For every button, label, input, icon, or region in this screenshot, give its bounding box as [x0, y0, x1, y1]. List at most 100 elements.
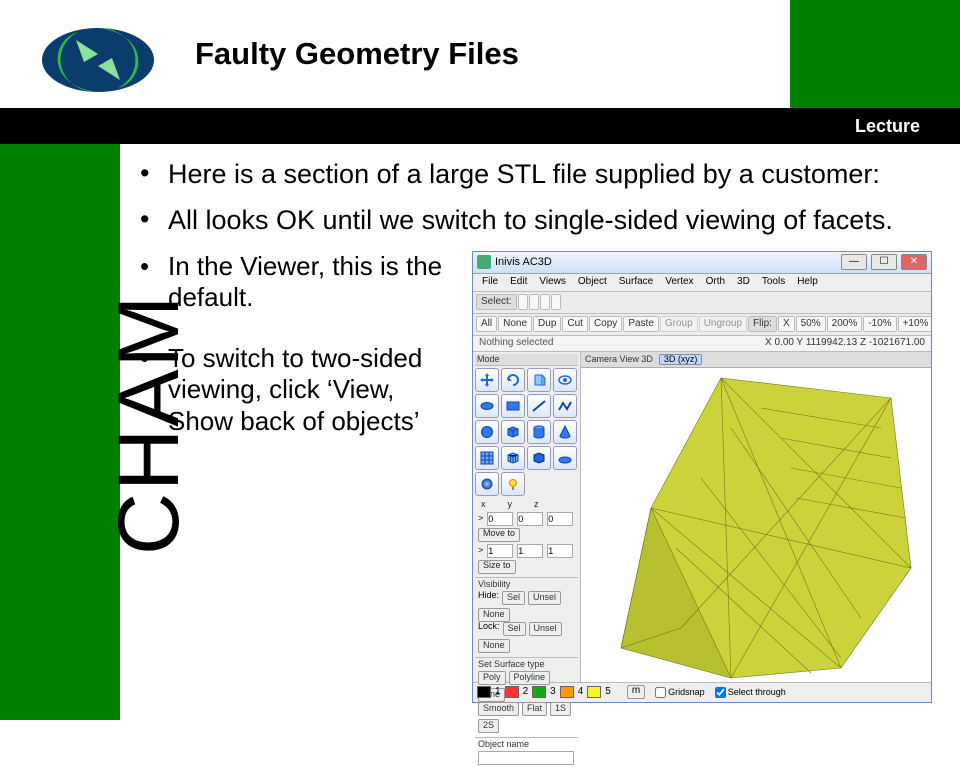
select-through-checkbox[interactable]	[715, 687, 726, 698]
solid-cube-icon[interactable]	[527, 446, 551, 470]
btn-paste[interactable]: Paste	[623, 316, 659, 332]
surf-flat[interactable]: Flat	[522, 702, 547, 716]
menu-object[interactable]: Object	[573, 276, 612, 288]
cone-icon[interactable]	[553, 420, 577, 444]
move-z-input[interactable]	[547, 512, 573, 526]
select-through-toggle[interactable]: Select through	[715, 687, 786, 698]
btn-cut[interactable]: Cut	[562, 316, 588, 332]
solid-sphere-icon[interactable]	[475, 472, 499, 496]
surf-smooth[interactable]: Smooth	[478, 702, 519, 716]
bullet-text: In the Viewer, this is the default.	[168, 251, 460, 313]
surf-polyline[interactable]: Polyline	[509, 671, 551, 685]
extrude-icon[interactable]	[527, 368, 551, 392]
btn-all[interactable]: All	[476, 316, 497, 332]
swatch-5[interactable]	[587, 686, 601, 698]
mesh-icon[interactable]	[475, 446, 499, 470]
menu-views[interactable]: Views	[534, 276, 571, 288]
viewport-tab[interactable]: 3D (xyz)	[659, 354, 703, 365]
btn-p10[interactable]: +10%	[898, 316, 931, 332]
move-y-input[interactable]	[517, 512, 543, 526]
size-x-input[interactable]	[487, 544, 513, 558]
swatch-1[interactable]	[477, 686, 491, 698]
app-window: Inivis AC3D — ☐ ✕ File Edit Views Object…	[472, 251, 932, 703]
cylinder-icon[interactable]	[527, 420, 551, 444]
row-prefix: >	[478, 514, 483, 523]
minimize-button[interactable]: —	[841, 254, 867, 270]
menu-file[interactable]: File	[477, 276, 503, 288]
size-y-input[interactable]	[517, 544, 543, 558]
hide-unsel[interactable]: Unsel	[528, 591, 561, 605]
rect-icon[interactable]	[501, 394, 525, 418]
sphere-icon[interactable]	[475, 420, 499, 444]
menu-vertex[interactable]: Vertex	[660, 276, 698, 288]
eye-icon[interactable]	[553, 368, 577, 392]
surf-poly[interactable]: Poly	[478, 671, 506, 685]
units-m[interactable]: m	[627, 685, 645, 699]
grid-cube-icon[interactable]	[501, 446, 525, 470]
btn-copy[interactable]: Copy	[589, 316, 622, 332]
viewport-canvas[interactable]	[581, 368, 931, 682]
tool-panel: Mode	[473, 352, 581, 682]
objname-input[interactable]	[478, 751, 574, 765]
cursor-coordinates: X 0.00 Y 1119942.13 Z -1021671.00	[765, 338, 925, 348]
lock-none[interactable]: None	[478, 639, 510, 653]
size-z-input[interactable]	[547, 544, 573, 558]
ellipse-icon[interactable]	[475, 394, 499, 418]
viewport-3d[interactable]: Camera View 3D 3D (xyz)	[581, 352, 931, 682]
visibility-header: Visibility	[478, 580, 575, 589]
lock-sel[interactable]: Sel	[503, 622, 526, 636]
maximize-button[interactable]: ☐	[871, 254, 897, 270]
select-label: Select:	[476, 294, 517, 310]
coord-panel: x y z > Move to	[475, 498, 578, 575]
flip-label: Flip:	[748, 316, 777, 332]
btn-flip-x[interactable]: X	[778, 316, 795, 332]
swatch-4[interactable]	[560, 686, 574, 698]
accent-panel-top-right	[790, 0, 960, 108]
swatch-num: 1	[495, 687, 501, 697]
menu-surface[interactable]: Surface	[614, 276, 658, 288]
move-x-input[interactable]	[487, 512, 513, 526]
menu-orth[interactable]: Orth	[701, 276, 730, 288]
surf-1s[interactable]: 1S	[550, 702, 571, 716]
bullet-text: To switch to two-sided viewing, click ‘V…	[168, 343, 460, 437]
surface-header: Set Surface type	[478, 660, 575, 669]
menu-tools[interactable]: Tools	[757, 276, 790, 288]
polyline-icon[interactable]	[553, 394, 577, 418]
line-icon[interactable]	[527, 394, 551, 418]
rotate-icon[interactable]	[501, 368, 525, 392]
hide-sel[interactable]: Sel	[502, 591, 525, 605]
mode-label: Mode	[475, 354, 578, 366]
move-to-button[interactable]: Move to	[478, 528, 520, 542]
btn-50[interactable]: 50%	[796, 316, 826, 332]
close-button[interactable]: ✕	[901, 254, 927, 270]
hide-none[interactable]: None	[478, 608, 510, 622]
select-mode-3[interactable]	[540, 294, 550, 310]
menu-3d[interactable]: 3D	[732, 276, 755, 288]
objname-section: Object name	[475, 737, 578, 767]
select-mode-2[interactable]	[529, 294, 539, 310]
slide-title-area: Faulty Geometry Files	[195, 0, 775, 108]
light-icon[interactable]	[501, 472, 525, 496]
size-to-button[interactable]: Size to	[478, 560, 516, 574]
swatch-3[interactable]	[532, 686, 546, 698]
disk-icon[interactable]	[553, 446, 577, 470]
lock-label: Lock:	[478, 622, 500, 636]
surf-2s[interactable]: 2S	[478, 719, 499, 733]
visibility-section: Visibility Hide: Sel Unsel None Lock: Se…	[475, 577, 578, 655]
menu-edit[interactable]: Edit	[505, 276, 532, 288]
btn-m10[interactable]: -10%	[863, 316, 896, 332]
btn-none[interactable]: None	[498, 316, 532, 332]
btn-ungroup[interactable]: Ungroup	[699, 316, 747, 332]
move-icon[interactable]	[475, 368, 499, 392]
select-mode-4[interactable]	[551, 294, 561, 310]
menu-help[interactable]: Help	[792, 276, 823, 288]
swatch-2[interactable]	[505, 686, 519, 698]
gridsnap-toggle[interactable]: Gridsnap	[655, 687, 705, 698]
btn-group[interactable]: Group	[660, 316, 698, 332]
select-mode-1[interactable]	[518, 294, 528, 310]
btn-dup[interactable]: Dup	[533, 316, 561, 332]
lock-unsel[interactable]: Unsel	[529, 622, 562, 636]
gridsnap-checkbox[interactable]	[655, 687, 666, 698]
btn-200[interactable]: 200%	[827, 316, 863, 332]
box-icon[interactable]	[501, 420, 525, 444]
